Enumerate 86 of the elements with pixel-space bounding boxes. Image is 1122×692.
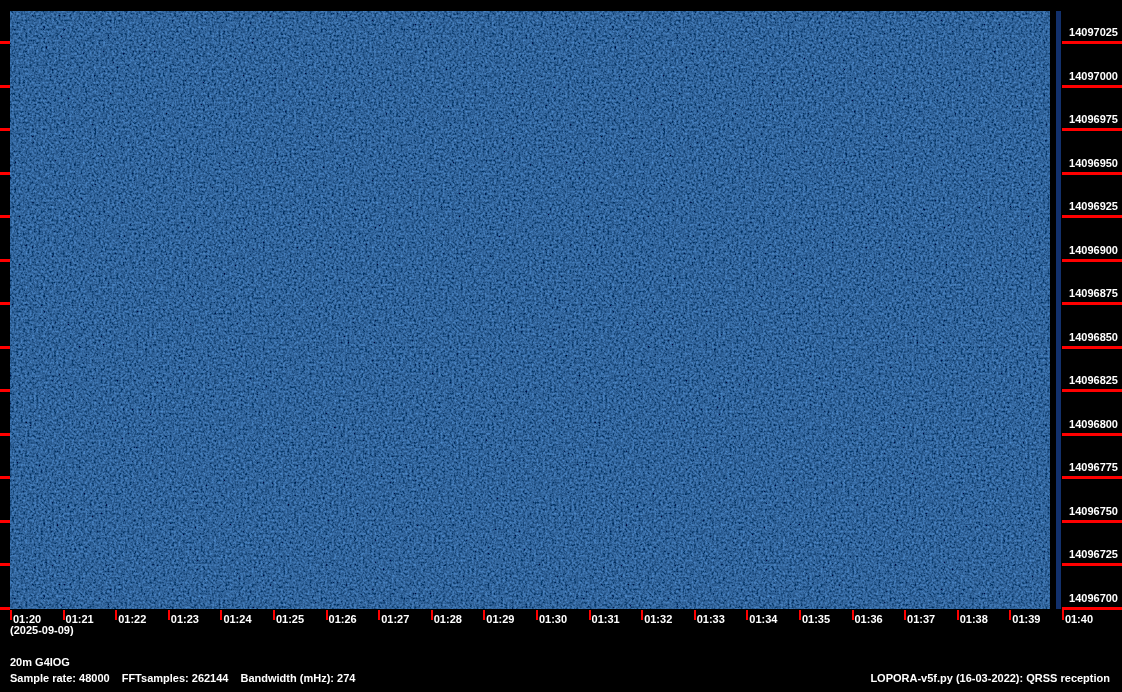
tick-mark — [0, 258, 10, 262]
tick-mark — [0, 519, 10, 523]
time-label: 01:20 — [13, 614, 42, 625]
frequency-label: 14096950 — [1069, 157, 1119, 171]
tick-mark — [115, 610, 118, 620]
time-label: 01:35 — [801, 614, 831, 625]
frequency-label: 14097025 — [1069, 27, 1119, 40]
time-label: 01:33 — [696, 614, 725, 625]
tick-mark — [0, 345, 10, 349]
tick-mark — [1009, 610, 1012, 620]
parameter-text: Bandwidth (mHz): 274 — [240, 673, 356, 684]
frequency-label: 14096850 — [1069, 331, 1119, 345]
tick-mark — [1062, 345, 1122, 349]
frequency-label: 14096875 — [1069, 288, 1119, 302]
tick-mark — [1062, 389, 1122, 393]
tick-mark — [693, 610, 696, 620]
time-label: 01:22 — [118, 614, 147, 625]
tick-mark — [220, 610, 223, 620]
tick-mark — [272, 610, 275, 620]
time-label: 01:38 — [959, 614, 988, 625]
time-label: 01:34 — [749, 614, 778, 625]
tick-mark — [430, 610, 433, 620]
tick-mark — [0, 476, 10, 480]
tick-mark — [904, 610, 907, 620]
time-label: 01:27 — [381, 614, 410, 625]
tick-mark — [798, 610, 801, 620]
frequency-label: 14096700 — [1069, 592, 1119, 606]
parameter-text: Sample rate: 48000 — [10, 673, 110, 684]
frequency-label: 14097000 — [1069, 70, 1119, 84]
frequency-label: 14096750 — [1069, 505, 1119, 519]
time-label: 01:21 — [65, 614, 94, 625]
tick-mark — [851, 610, 854, 620]
frequency-label: 14096725 — [1069, 549, 1119, 563]
time-label: 01:39 — [1012, 614, 1041, 625]
tick-mark — [0, 302, 10, 306]
parameter-text: FFTsamples: 262144 — [121, 673, 229, 684]
time-label: 01:28 — [433, 614, 462, 625]
tick-mark — [956, 610, 959, 620]
frequency-label: 14096900 — [1069, 244, 1119, 258]
tick-mark — [0, 389, 10, 393]
tick-mark — [0, 215, 10, 219]
program-title: LOPORA-v5f.py (16-03-2022): QRSS reception — [870, 673, 1110, 684]
tick-mark — [483, 610, 486, 620]
time-label: 01:24 — [223, 614, 252, 625]
frequency-label: 14096825 — [1069, 375, 1119, 389]
frequency-label: 14096775 — [1069, 462, 1119, 476]
tick-mark — [1062, 258, 1122, 262]
tick-mark — [1062, 128, 1122, 132]
time-label: 01:26 — [328, 614, 357, 625]
time-label: 01:32 — [644, 614, 673, 625]
time-label: 01:40 — [1064, 614, 1093, 625]
tick-mark — [1062, 171, 1122, 175]
tick-mark — [1062, 519, 1122, 523]
tick-mark — [535, 610, 538, 620]
tick-mark — [167, 610, 170, 620]
tick-mark — [0, 171, 10, 175]
tick-mark — [1062, 215, 1122, 219]
frequency-label: 14096800 — [1069, 418, 1119, 432]
tick-mark — [378, 610, 381, 620]
time-label: 01:30 — [538, 614, 568, 625]
time-label: 01:23 — [170, 614, 199, 625]
tick-mark — [1062, 302, 1122, 306]
time-label: 01:36 — [854, 614, 883, 625]
time-label: 01:25 — [275, 614, 305, 625]
frequency-label: 14096975 — [1069, 114, 1119, 128]
tick-mark — [0, 563, 10, 567]
tick-mark — [641, 610, 644, 620]
tick-mark — [588, 610, 591, 620]
tick-mark — [1062, 563, 1122, 567]
tick-mark — [0, 41, 10, 44]
date-label: (2025-09-09) — [10, 624, 74, 636]
tick-mark — [0, 84, 10, 88]
tick-mark — [0, 432, 10, 436]
time-label: 01:37 — [907, 614, 936, 625]
frequency-label: 14096925 — [1069, 201, 1119, 215]
tick-mark — [1062, 476, 1122, 480]
time-label: 01:29 — [486, 614, 515, 625]
tick-mark — [0, 128, 10, 132]
tick-mark — [1062, 41, 1122, 44]
tick-mark — [62, 610, 65, 620]
station-label: 20m G4IOG — [10, 656, 70, 668]
tick-mark — [746, 610, 749, 620]
tick-mark — [1062, 432, 1122, 436]
tick-mark — [1062, 84, 1122, 88]
time-label: 01:31 — [591, 614, 620, 625]
tick-mark — [325, 610, 328, 620]
